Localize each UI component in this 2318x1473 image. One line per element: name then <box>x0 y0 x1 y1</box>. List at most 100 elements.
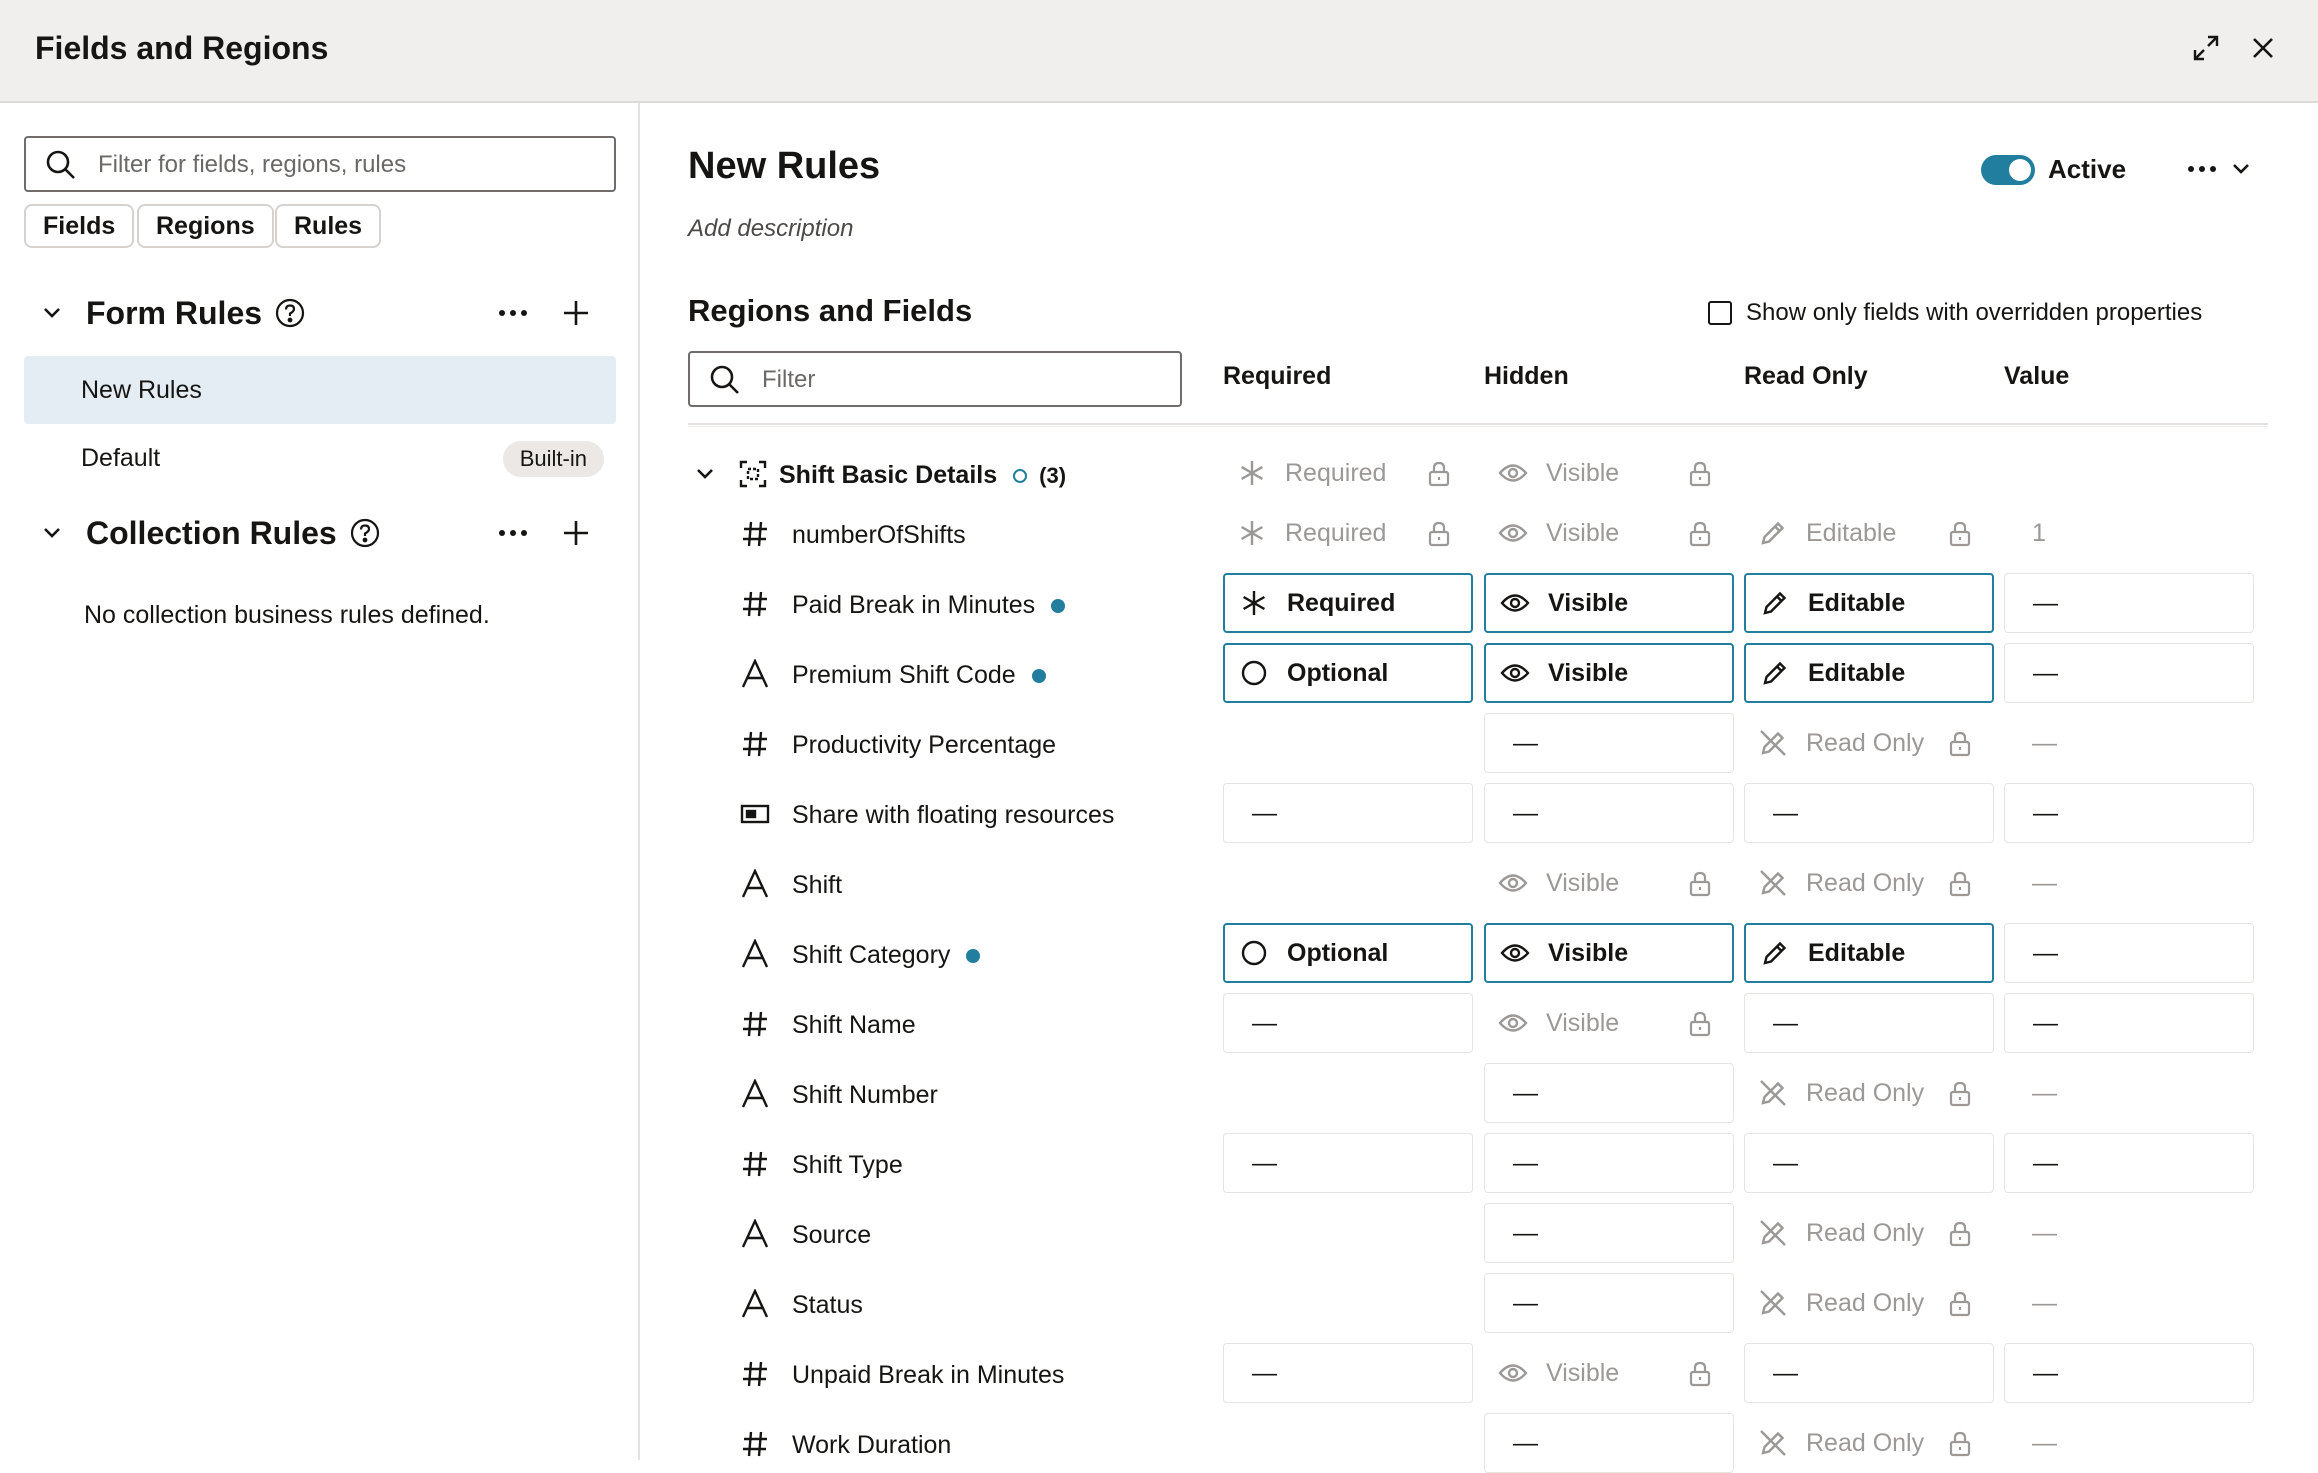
required-value: — <box>1252 798 1277 827</box>
hidden-empty-cell[interactable]: — <box>1484 1133 1734 1193</box>
readonly-override-select[interactable]: Editable <box>1744 643 1994 703</box>
chip-regions[interactable]: Regions <box>137 204 274 248</box>
text-type-icon <box>738 1217 772 1251</box>
required-override-select[interactable]: Optional <box>1223 923 1473 983</box>
readonly-value: Read Only <box>1806 1078 1925 1107</box>
region-row[interactable]: Shift Basic Details (3) Required Visible <box>642 443 2318 503</box>
number-type-icon <box>738 587 772 621</box>
hidden-inherited-cell: Visible <box>1484 503 1734 563</box>
value-text: — <box>2032 728 2057 757</box>
readonly-empty-cell[interactable]: — <box>1744 1133 1994 1193</box>
value-text: — <box>2033 1008 2058 1037</box>
collection-rules-header[interactable]: Collection Rules <box>38 508 381 558</box>
readonly-override-select[interactable]: Editable <box>1744 923 1994 983</box>
collection-rules-more-button[interactable] <box>491 511 535 555</box>
readonly-value: Read Only <box>1806 1428 1925 1457</box>
field-row[interactable]: Shift Category Optional Visible Editable — <box>642 923 2318 983</box>
readonly-inherited-cell: Read Only <box>1744 853 1994 913</box>
field-row[interactable]: Shift Type — — — — <box>642 1133 2318 1193</box>
value-input[interactable]: — <box>2004 923 2254 983</box>
circle-icon <box>1239 658 1269 688</box>
hidden-value: Visible <box>1548 938 1629 967</box>
field-row[interactable]: Shift Visible Read Only — <box>642 853 2318 913</box>
form-rules-more-button[interactable] <box>491 291 535 335</box>
required-override-select[interactable]: Required <box>1223 573 1473 633</box>
field-name: Shift Number <box>792 1081 938 1109</box>
value-input[interactable]: — <box>2004 573 2254 633</box>
overridden-indicator <box>1031 668 1046 683</box>
readonly-empty-cell[interactable]: — <box>1744 1343 1994 1403</box>
field-row[interactable]: Shift Number — Read Only — <box>642 1063 2318 1123</box>
value-input[interactable]: — <box>2004 993 2254 1053</box>
readonly-inherited-cell: Editable <box>1744 503 1994 563</box>
plus-icon <box>564 521 588 545</box>
required-override-select[interactable]: Optional <box>1223 643 1473 703</box>
field-row[interactable]: Share with floating resources — — — — <box>642 783 2318 843</box>
required-empty-cell[interactable]: — <box>1223 993 1473 1053</box>
hidden-empty-cell[interactable]: — <box>1484 1063 1734 1123</box>
region-label: Shift Basic Details (3) <box>779 461 1066 490</box>
overridden-filter-checkbox[interactable]: Show only fields with overridden propert… <box>1708 299 2202 327</box>
expand-button[interactable] <box>2184 26 2228 70</box>
region-required-value: Required <box>1285 458 1387 487</box>
field-row[interactable]: Shift Name — Visible — — <box>642 993 2318 1053</box>
readonly-override-select[interactable]: Editable <box>1744 573 1994 633</box>
hidden-override-select[interactable]: Visible <box>1484 643 1734 703</box>
help-icon[interactable] <box>349 517 381 549</box>
field-row[interactable]: Paid Break in Minutes Required Visible Edit… <box>642 573 2318 633</box>
rule-actions-menu-button[interactable] <box>2181 147 2259 191</box>
lock-icon <box>1689 461 1711 487</box>
value-input[interactable]: — <box>2004 643 2254 703</box>
search-icon <box>710 365 739 394</box>
rule-description[interactable]: Add description <box>688 215 853 243</box>
hidden-empty-cell[interactable]: — <box>1484 1203 1734 1263</box>
field-row[interactable]: Premium Shift Code Optional Visible Editabl… <box>642 643 2318 703</box>
rule-editor-panel: New Rules Add description Active Regions… <box>642 103 2318 1473</box>
column-header-read-only: Read Only <box>1744 362 1868 390</box>
value-input[interactable]: — <box>2004 1133 2254 1193</box>
collection-rules-add-button[interactable] <box>554 511 598 555</box>
hidden-override-select[interactable]: Visible <box>1484 923 1734 983</box>
chevron-down-icon[interactable] <box>692 461 718 487</box>
chip-rules[interactable]: Rules <box>275 204 382 248</box>
readonly-empty-cell[interactable]: — <box>1744 993 1994 1053</box>
hidden-empty-cell[interactable]: — <box>1484 783 1734 843</box>
collection-rules-title: Collection Rules <box>86 514 337 551</box>
field-row[interactable]: numberOfShifts Required Visible Editable 1 <box>642 503 2318 563</box>
field-row[interactable]: Source — Read Only — <box>642 1203 2318 1263</box>
rule-item-default[interactable]: Default Built-in <box>24 424 616 492</box>
form-rules-header[interactable]: Form Rules <box>38 288 306 338</box>
required-value: Optional <box>1287 938 1389 967</box>
hidden-override-select[interactable]: Visible <box>1484 573 1734 633</box>
hidden-empty-cell[interactable]: — <box>1484 713 1734 773</box>
hidden-empty-cell[interactable]: — <box>1484 1273 1734 1333</box>
chip-fields[interactable]: Fields <box>24 204 135 248</box>
chevron-down-icon <box>44 308 60 318</box>
readonly-empty-cell[interactable]: — <box>1744 783 1994 843</box>
left-search-input[interactable]: Filter for fields, regions, rules <box>24 136 616 192</box>
readonly-value: — <box>1773 1008 1798 1037</box>
rule-title[interactable]: New Rules <box>688 145 880 188</box>
field-row[interactable]: Productivity Percentage — Read Only — <box>642 713 2318 773</box>
active-toggle[interactable] <box>1981 155 2035 185</box>
hidden-value: Visible <box>1546 1358 1620 1387</box>
value-input[interactable]: — <box>2004 783 2254 843</box>
field-name: Premium Shift Code <box>792 661 1016 689</box>
left-panel: Filter for fields, regions, rules Fields… <box>0 103 640 1460</box>
value-input[interactable]: — <box>2004 1343 2254 1403</box>
hidden-value: Visible <box>1546 1008 1620 1037</box>
required-empty-cell[interactable]: — <box>1223 783 1473 843</box>
close-button[interactable] <box>2241 26 2285 70</box>
form-rules-add-button[interactable] <box>554 291 598 335</box>
field-row[interactable]: Work Duration — Read Only — <box>642 1413 2318 1473</box>
hidden-empty-cell[interactable]: — <box>1484 1413 1734 1473</box>
lock-icon <box>1689 1011 1711 1037</box>
field-row[interactable]: Status — Read Only — <box>642 1273 2318 1333</box>
required-empty-cell[interactable]: — <box>1223 1343 1473 1403</box>
rule-item-new-rules[interactable]: New Rules <box>24 356 616 424</box>
field-row[interactable]: Unpaid Break in Minutes — Visible — — <box>642 1343 2318 1403</box>
checkbox-box[interactable] <box>1708 301 1732 325</box>
fields-filter-input[interactable]: Filter <box>688 351 1182 407</box>
help-icon[interactable] <box>274 297 306 329</box>
required-empty-cell[interactable]: — <box>1223 1133 1473 1193</box>
